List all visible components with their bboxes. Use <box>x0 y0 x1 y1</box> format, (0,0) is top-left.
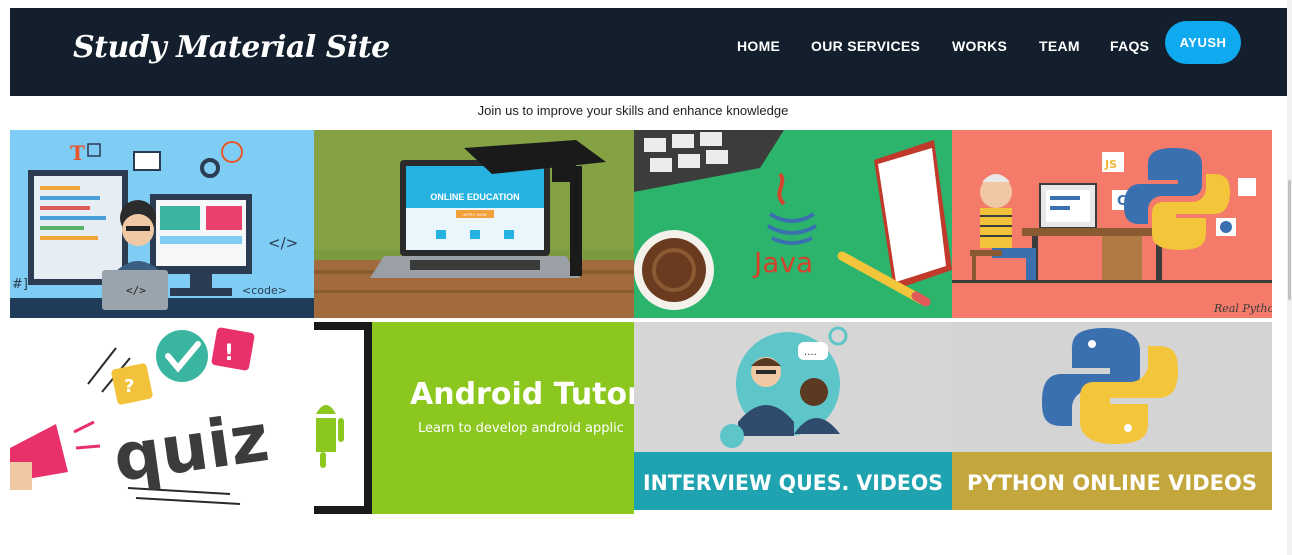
python-videos-illustration: PYTHON ONLINE VIDEOS <box>952 322 1272 510</box>
svg-text:Learn to develop android appli: Learn to develop android applic <box>418 421 624 436</box>
tile-python-videos[interactable]: PYTHON ONLINE VIDEOS <box>952 322 1272 510</box>
quiz-illustration: ? ! quiz <box>10 322 314 510</box>
tile-interview-videos[interactable]: .... INTERVIEW QUES. VIDEOS <box>634 322 952 510</box>
svg-text:Android Tutor: Android Tutor <box>410 377 634 412</box>
user-button[interactable]: AYUSH <box>1165 21 1241 64</box>
site-logo[interactable]: Study Material Site <box>73 30 390 65</box>
tile-coding[interactable]: </> T </> <code> #] <box>10 130 314 318</box>
svg-text:Java: Java <box>752 246 813 279</box>
nav-faqs[interactable]: FAQS <box>1110 38 1149 54</box>
tile-python-developer[interactable]: JS C Real Pytho <box>952 130 1272 318</box>
tagline: Join us to improve your skills and enhan… <box>477 103 789 118</box>
nav-our-services[interactable]: OUR SERVICES <box>811 38 920 54</box>
online-education-illustration: ONLINE EDUCATION APPLY NOW <box>314 130 634 318</box>
java-illustration: Java <box>634 130 952 318</box>
svg-text:Real Pytho: Real Pytho <box>1213 302 1272 315</box>
tile-android[interactable]: Android Tutor Learn to develop android a… <box>314 322 634 514</box>
nav-home[interactable]: HOME <box>737 38 780 54</box>
svg-text:PYTHON ONLINE VIDEOS: PYTHON ONLINE VIDEOS <box>967 471 1257 495</box>
svg-text:APPLY NOW: APPLY NOW <box>463 212 487 217</box>
navbar: Study Material Site HOME OUR SERVICES WO… <box>10 8 1287 96</box>
svg-text:</>: </> <box>126 284 146 297</box>
android-illustration: Android Tutor Learn to develop android a… <box>314 322 634 514</box>
svg-text:....: .... <box>804 347 817 358</box>
tile-online-education[interactable]: ONLINE EDUCATION APPLY NOW <box>314 130 634 318</box>
svg-text:#]: #] <box>12 277 28 292</box>
python-developer-illustration: JS C Real Pytho <box>952 130 1272 318</box>
scrollbar-thumb[interactable] <box>1288 180 1291 300</box>
svg-text:?: ? <box>124 376 134 397</box>
tile-java[interactable]: Java <box>634 130 952 318</box>
svg-text:<code>: <code> <box>242 284 287 297</box>
nav-works[interactable]: WORKS <box>952 38 1007 54</box>
tile-quiz[interactable]: ? ! quiz <box>10 322 314 510</box>
svg-text:</>: </> <box>268 234 298 252</box>
nav-team[interactable]: TEAM <box>1039 38 1080 54</box>
svg-text:INTERVIEW QUES. VIDEOS: INTERVIEW QUES. VIDEOS <box>643 471 943 495</box>
svg-text:!: ! <box>224 341 234 366</box>
coding-illustration: </> T </> <code> #] <box>10 130 314 318</box>
svg-text:ONLINE EDUCATION: ONLINE EDUCATION <box>430 192 519 202</box>
svg-text:T: T <box>70 141 85 165</box>
svg-text:JS: JS <box>1104 158 1117 171</box>
interview-illustration: .... INTERVIEW QUES. VIDEOS <box>634 322 952 510</box>
